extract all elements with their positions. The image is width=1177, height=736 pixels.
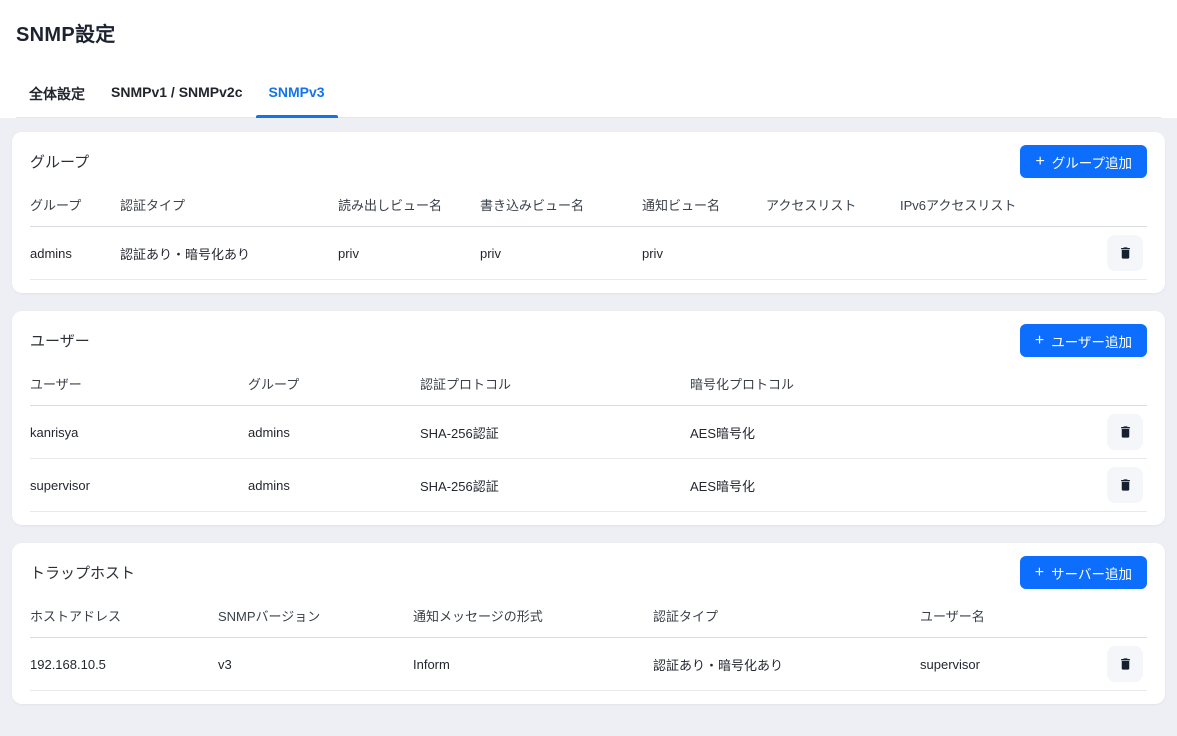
column-header: ホストアドレス <box>30 595 218 638</box>
column-header: 書き込みビュー名 <box>480 184 642 227</box>
table-row: admins 認証あり・暗号化あり priv priv priv <box>30 227 1147 280</box>
group-card-title: グループ <box>30 151 89 172</box>
column-header: 読み出しビュー名 <box>338 184 480 227</box>
table-cell: admins <box>248 406 420 459</box>
plus-icon: + <box>1035 565 1044 581</box>
table-row: 192.168.10.5 v3 Inform 認証あり・暗号化あり superv… <box>30 638 1147 691</box>
table-cell: kanrisya <box>30 406 248 459</box>
user-card: ユーザー + ユーザー追加 ユーザー グループ 認証プロトコル 暗号化プロトコル <box>12 311 1165 525</box>
trash-icon <box>1118 424 1133 440</box>
delete-button[interactable] <box>1107 414 1143 450</box>
add-group-button[interactable]: + グループ追加 <box>1020 145 1147 178</box>
trap-host-table: ホストアドレス SNMPバージョン 通知メッセージの形式 認証タイプ ユーザー名… <box>30 595 1147 691</box>
table-cell <box>900 227 1095 280</box>
table-row: kanrisya admins SHA-256認証 AES暗号化 <box>30 406 1147 459</box>
column-header: 暗号化プロトコル <box>690 363 1095 406</box>
column-header: ユーザー名 <box>920 595 1095 638</box>
table-cell: admins <box>248 459 420 512</box>
group-card: グループ + グループ追加 グループ 認証タイプ 読み出しビュー名 書き込みビュ… <box>12 132 1165 293</box>
trap-host-table-header-row: ホストアドレス SNMPバージョン 通知メッセージの形式 認証タイプ ユーザー名 <box>30 595 1147 638</box>
table-cell: priv <box>642 227 766 280</box>
trash-icon <box>1118 656 1133 672</box>
plus-icon: + <box>1035 333 1044 349</box>
add-server-button-label: サーバー追加 <box>1051 563 1132 583</box>
trap-host-card: トラップホスト + サーバー追加 ホストアドレス SNMPバージョン 通知メッセ… <box>12 543 1165 704</box>
table-cell: 認証あり・暗号化あり <box>653 638 920 691</box>
table-cell: SHA-256認証 <box>420 406 690 459</box>
column-header: SNMPバージョン <box>218 595 413 638</box>
tab-snmpv3[interactable]: SNMPv3 <box>256 73 338 117</box>
main-content: グループ + グループ追加 グループ 認証タイプ 読み出しビュー名 書き込みビュ… <box>0 118 1177 736</box>
table-cell: supervisor <box>30 459 248 512</box>
page-title: SNMP設定 <box>16 18 1161 47</box>
tab-general-settings[interactable]: 全体設定 <box>16 73 98 117</box>
tab-bar: 全体設定 SNMPv1 / SNMPv2c SNMPv3 <box>16 73 1161 118</box>
delete-button[interactable] <box>1107 235 1143 271</box>
trap-host-card-title: トラップホスト <box>30 562 135 583</box>
user-table-header-row: ユーザー グループ 認証プロトコル 暗号化プロトコル <box>30 363 1147 406</box>
column-header: 通知メッセージの形式 <box>413 595 653 638</box>
table-cell: 192.168.10.5 <box>30 638 218 691</box>
user-table: ユーザー グループ 認証プロトコル 暗号化プロトコル kanrisya admi… <box>30 363 1147 512</box>
table-cell: AES暗号化 <box>690 406 1095 459</box>
trash-icon <box>1118 245 1133 261</box>
page-header: SNMP設定 全体設定 SNMPv1 / SNMPv2c SNMPv3 <box>0 0 1177 118</box>
group-card-header: グループ + グループ追加 <box>30 145 1147 178</box>
column-header-actions <box>1095 184 1147 227</box>
table-cell: admins <box>30 227 120 280</box>
table-cell: SHA-256認証 <box>420 459 690 512</box>
column-header-actions <box>1095 363 1147 406</box>
trash-icon <box>1118 477 1133 493</box>
tab-snmpv1-v2c[interactable]: SNMPv1 / SNMPv2c <box>98 73 256 117</box>
user-card-header: ユーザー + ユーザー追加 <box>30 324 1147 357</box>
column-header: 認証タイプ <box>120 184 338 227</box>
column-header: ユーザー <box>30 363 248 406</box>
table-cell: priv <box>480 227 642 280</box>
add-server-button[interactable]: + サーバー追加 <box>1020 556 1147 589</box>
table-row: supervisor admins SHA-256認証 AES暗号化 <box>30 459 1147 512</box>
plus-icon: + <box>1035 154 1044 170</box>
delete-button[interactable] <box>1107 467 1143 503</box>
column-header: 認証プロトコル <box>420 363 690 406</box>
column-header-actions <box>1095 595 1147 638</box>
group-table-header-row: グループ 認証タイプ 読み出しビュー名 書き込みビュー名 通知ビュー名 アクセス… <box>30 184 1147 227</box>
column-header: IPv6アクセスリスト <box>900 184 1095 227</box>
table-cell: v3 <box>218 638 413 691</box>
user-card-title: ユーザー <box>30 330 90 351</box>
add-user-button[interactable]: + ユーザー追加 <box>1020 324 1147 357</box>
column-header: グループ <box>248 363 420 406</box>
trap-host-card-header: トラップホスト + サーバー追加 <box>30 556 1147 589</box>
table-cell <box>766 227 900 280</box>
table-cell: priv <box>338 227 480 280</box>
table-cell: AES暗号化 <box>690 459 1095 512</box>
group-table: グループ 認証タイプ 読み出しビュー名 書き込みビュー名 通知ビュー名 アクセス… <box>30 184 1147 280</box>
table-cell: Inform <box>413 638 653 691</box>
add-user-button-label: ユーザー追加 <box>1051 331 1132 351</box>
column-header: アクセスリスト <box>766 184 900 227</box>
add-group-button-label: グループ追加 <box>1052 152 1132 172</box>
delete-button[interactable] <box>1107 646 1143 682</box>
column-header: 認証タイプ <box>653 595 920 638</box>
column-header: 通知ビュー名 <box>642 184 766 227</box>
table-cell: 認証あり・暗号化あり <box>120 227 338 280</box>
column-header: グループ <box>30 184 120 227</box>
table-cell: supervisor <box>920 638 1095 691</box>
